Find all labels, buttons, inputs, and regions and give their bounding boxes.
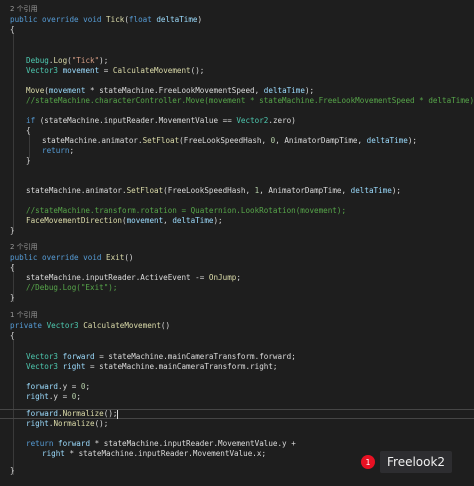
code-line-movement-decl[interactable]: Vector3 movement = CalculateMovement(); [26,66,204,76]
code-line-setfloat-zero[interactable]: stateMachine.animator.SetFloat(FreeLookS… [42,136,417,146]
notification-count-badge: 1 [361,455,375,469]
open-brace: { [26,126,31,135]
code-line-setfloat-one[interactable]: stateMachine.animator.SetFloat(FreeLookS… [26,186,401,196]
open-brace: { [10,25,15,34]
code-comment-move[interactable]: //stateMachine.characterController.Move(… [26,96,474,106]
code-line-right-normalize[interactable]: right.Normalize(); [26,419,108,429]
code-line-return[interactable]: return; [42,146,74,156]
code-line-unsubscribe[interactable]: stateMachine.inputReader.ActiveEvent -= … [26,273,241,283]
code-line-return-sum[interactable]: return forward * stateMachine.inputReade… [26,439,296,449]
code-line-right-y[interactable]: right.y = 0; [26,392,81,402]
code-line-debug-log[interactable]: Debug.Log("Tick"); [26,56,108,66]
code-comment-rotation[interactable]: //stateMachine.transform.rotation = Quat… [26,206,346,216]
notification-label[interactable]: Freelook2 [380,451,453,473]
text-cursor [117,409,119,419]
close-brace: } [10,226,15,235]
codelens-references[interactable]: 2 个引用 [10,4,38,14]
indent-guide [13,32,14,230]
close-brace: } [26,156,31,165]
code-line-if[interactable]: if (stateMachine.inputReader.MovementVal… [26,116,296,126]
code-line-forward-normalize[interactable]: forward.Normalize(); [26,409,119,419]
codelens-references[interactable]: 2 个引用 [10,242,38,252]
open-brace: { [10,263,15,272]
codelens-references[interactable]: 1 个引用 [10,310,38,320]
tick-method-signature[interactable]: public override void Tick(float deltaTim… [10,15,202,25]
open-brace: { [10,331,15,340]
code-editor[interactable]: 2 个引用 public override void Tick(float de… [0,0,474,486]
code-line-face-direction[interactable]: FaceMovementDirection(movement, deltaTim… [26,216,223,226]
close-brace: } [10,466,15,475]
code-line-forward-decl[interactable]: Vector3 forward = stateMachine.mainCamer… [26,352,296,362]
code-line-right-decl[interactable]: Vector3 right = stateMachine.mainCameraT… [26,362,277,372]
exit-method-signature[interactable]: public override void Exit() [10,253,134,263]
code-line-forward-y[interactable]: forward.y = 0; [26,382,90,392]
indent-guide [13,340,14,475]
close-brace: } [10,293,15,302]
code-comment-debug-exit[interactable]: //Debug.Log("Exit"); [26,283,117,293]
calculate-movement-signature[interactable]: private Vector3 CalculateMovement() [10,321,170,331]
code-line-move-call[interactable]: Move(movement * stateMachine.FreeLookMov… [26,86,314,96]
code-line-return-continuation[interactable]: right * stateMachine.inputReader.Movemen… [42,449,266,459]
notification-toast[interactable]: 1 Freelook2 [361,449,453,475]
